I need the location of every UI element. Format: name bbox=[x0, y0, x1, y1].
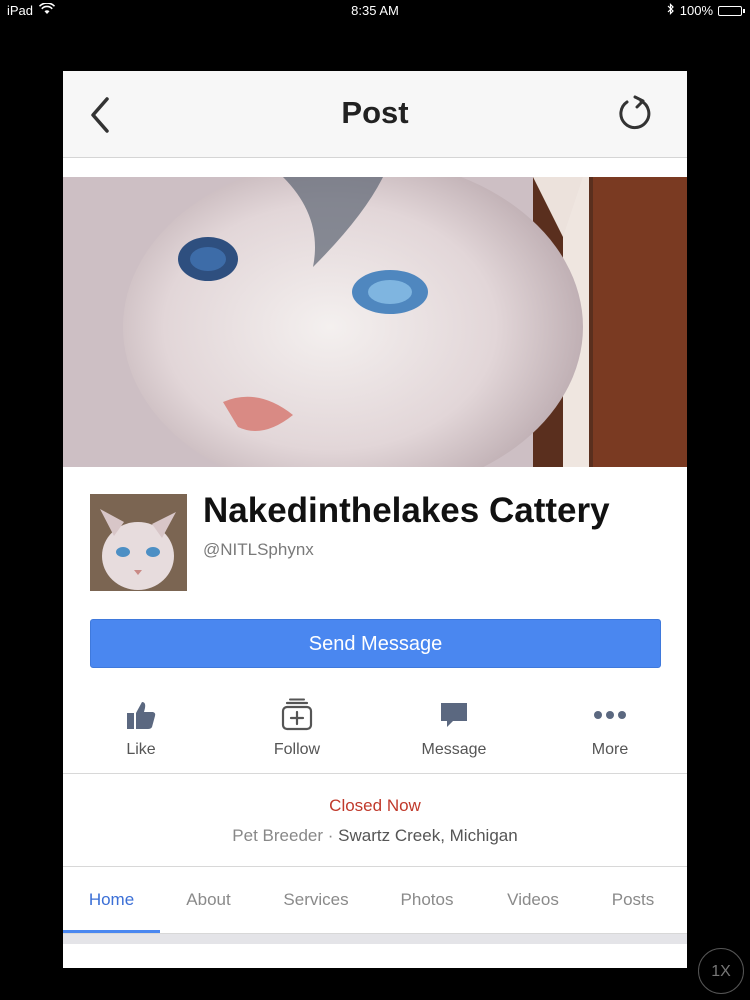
more-button[interactable]: More bbox=[550, 691, 670, 759]
battery-percent: 100% bbox=[679, 3, 713, 18]
nav-bar: Post bbox=[63, 71, 687, 158]
post-view: Post Nakedinthelakes Cattery @NITLSphynx… bbox=[63, 71, 687, 968]
tab-services[interactable]: Services bbox=[257, 867, 375, 933]
battery-icon bbox=[718, 5, 745, 16]
tab-home[interactable]: Home bbox=[63, 867, 160, 933]
avatar-image bbox=[90, 494, 187, 591]
bluetooth-icon bbox=[667, 3, 675, 18]
action-bar: Like Follow Message More bbox=[63, 691, 687, 774]
cover-photo[interactable] bbox=[63, 177, 687, 467]
separator: · bbox=[327, 826, 334, 845]
page-name[interactable]: Nakedinthelakes Cattery bbox=[203, 491, 610, 531]
follow-label: Follow bbox=[273, 741, 321, 758]
more-label: More bbox=[591, 741, 629, 758]
message-label: Message bbox=[421, 741, 487, 758]
profile-header: Nakedinthelakes Cattery @NITLSphynx Send… bbox=[63, 467, 687, 668]
more-dots-icon bbox=[594, 711, 626, 719]
tab-photos[interactable]: Photos bbox=[375, 867, 479, 933]
status-bar: iPad 8:35 AM 100% bbox=[0, 0, 750, 22]
page-info: Closed Now Pet Breeder · Swartz Creek, M… bbox=[63, 774, 687, 867]
active-tab-indicator bbox=[63, 930, 160, 933]
cover-photo-image bbox=[63, 177, 687, 467]
refresh-icon bbox=[619, 95, 651, 130]
like-label: Like bbox=[126, 741, 156, 758]
category-location: Pet Breeder · Swartz Creek, Michigan bbox=[63, 826, 687, 846]
send-message-button[interactable]: Send Message bbox=[90, 619, 661, 668]
follow-button[interactable]: Follow bbox=[237, 691, 357, 759]
page-title: Post bbox=[341, 95, 409, 130]
hours-status[interactable]: Closed Now bbox=[63, 796, 687, 816]
like-button[interactable]: Like bbox=[81, 691, 201, 759]
tab-videos[interactable]: Videos bbox=[479, 867, 587, 933]
zoom-button[interactable]: 1X bbox=[698, 948, 744, 994]
speech-bubble-icon bbox=[441, 703, 467, 727]
refresh-button[interactable] bbox=[615, 93, 655, 133]
thumbs-up-icon bbox=[127, 702, 156, 729]
tab-posts[interactable]: Posts bbox=[587, 867, 679, 933]
status-time: 8:35 AM bbox=[351, 3, 399, 18]
category-label[interactable]: Pet Breeder bbox=[232, 826, 323, 845]
content-divider bbox=[63, 934, 687, 944]
message-button[interactable]: Message bbox=[394, 691, 514, 759]
page-handle: @NITLSphynx bbox=[203, 540, 314, 559]
page-tabs: Home About Services Photos Videos Posts bbox=[63, 867, 687, 934]
avatar[interactable] bbox=[90, 494, 187, 591]
location-label[interactable]: Swartz Creek, Michigan bbox=[338, 826, 518, 845]
follow-plus-icon bbox=[281, 698, 313, 731]
tab-about[interactable]: About bbox=[160, 867, 257, 933]
